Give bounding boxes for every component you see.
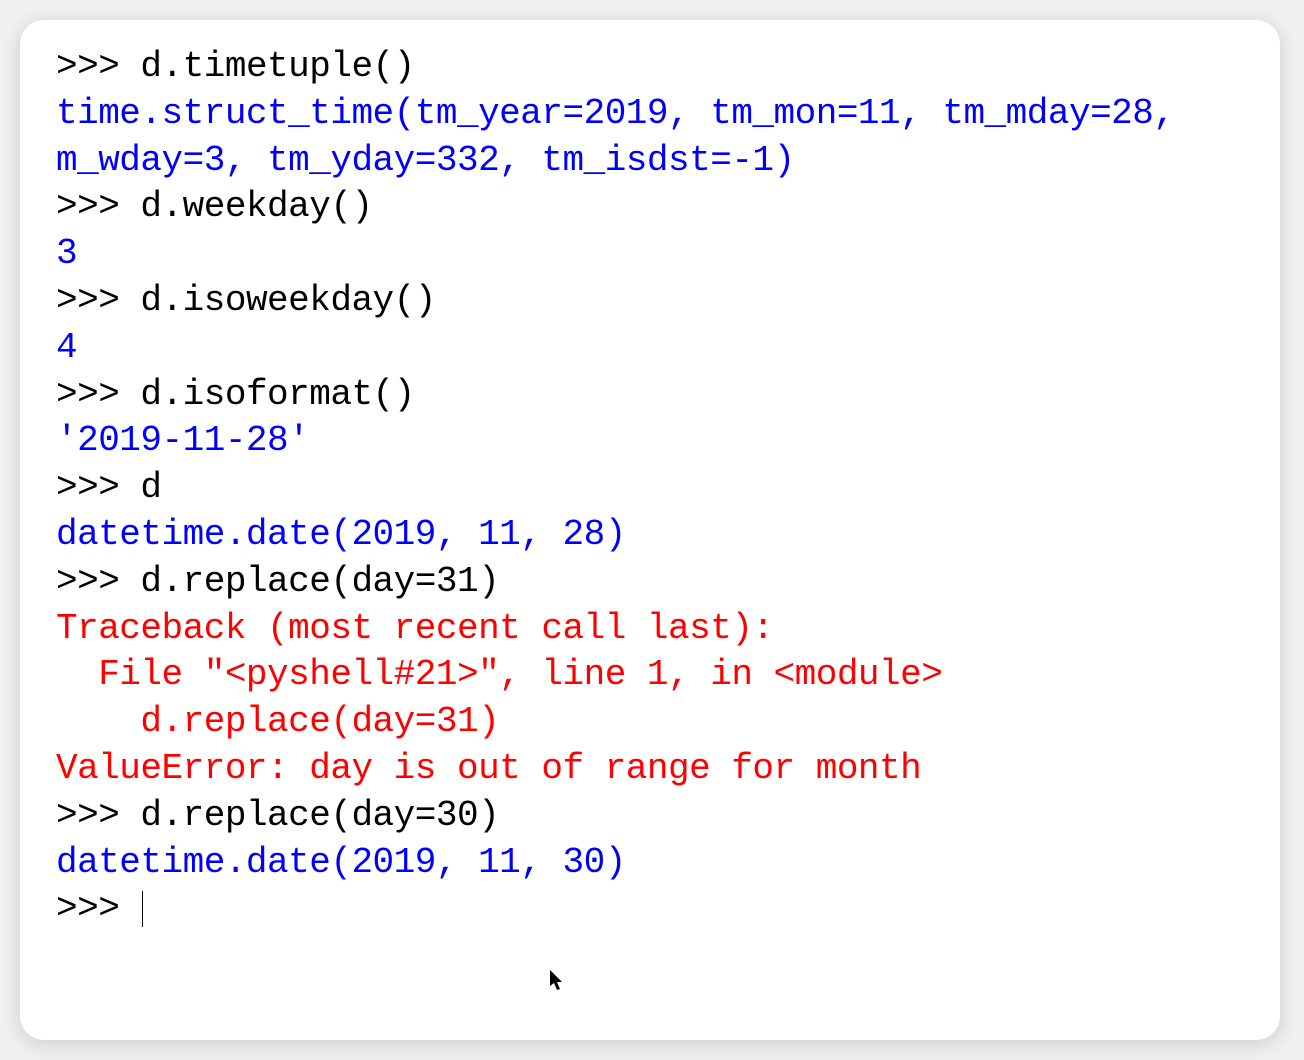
shell-line-input: >>> d.isoweekday()	[56, 278, 1244, 325]
shell-line-input: >>> d.isoformat()	[56, 372, 1244, 419]
input-command: d.replace(day=31)	[140, 561, 499, 602]
shell-line-input: >>> d.weekday()	[56, 184, 1244, 231]
shell-line-input: >>> d.replace(day=31)	[56, 559, 1244, 606]
prompt: >>>	[56, 46, 140, 87]
input-command: d.weekday()	[140, 186, 372, 227]
shell-line-output: '2019-11-28'	[56, 418, 1244, 465]
input-command: d.timetuple()	[140, 46, 414, 87]
prompt: >>>	[56, 374, 140, 415]
text-cursor-icon	[142, 891, 143, 927]
prompt: >>>	[56, 795, 140, 836]
prompt: >>>	[56, 467, 140, 508]
shell-line-output: m_wday=3, tm_yday=332, tm_isdst=-1)	[56, 138, 1244, 185]
prompt: >>>	[56, 561, 140, 602]
shell-line-input: >>> d	[56, 465, 1244, 512]
shell-line-output: datetime.date(2019, 11, 30)	[56, 840, 1244, 887]
shell-line-error: d.replace(day=31)	[56, 699, 1244, 746]
python-shell-window[interactable]: >>> d.timetuple() time.struct_time(tm_ye…	[20, 20, 1280, 1040]
prompt: >>>	[56, 888, 140, 929]
shell-line-error: ValueError: day is out of range for mont…	[56, 746, 1244, 793]
prompt: >>>	[56, 280, 140, 321]
shell-line-input: >>> d.timetuple()	[56, 44, 1244, 91]
shell-line-output: 3	[56, 231, 1244, 278]
input-command: d	[140, 467, 161, 508]
input-command: d.replace(day=30)	[140, 795, 499, 836]
shell-line-active-prompt[interactable]: >>>	[56, 886, 1244, 933]
input-command: d.isoweekday()	[140, 280, 435, 321]
mouse-cursor-icon	[550, 970, 566, 1000]
shell-line-input: >>> d.replace(day=30)	[56, 793, 1244, 840]
shell-line-output: datetime.date(2019, 11, 28)	[56, 512, 1244, 559]
shell-line-output: 4	[56, 325, 1244, 372]
shell-line-output: time.struct_time(tm_year=2019, tm_mon=11…	[56, 91, 1244, 138]
terminal-content[interactable]: >>> d.timetuple() time.struct_time(tm_ye…	[56, 44, 1244, 933]
input-command: d.isoformat()	[140, 374, 414, 415]
shell-line-error: File "<pyshell#21>", line 1, in <module>	[56, 652, 1244, 699]
prompt: >>>	[56, 186, 140, 227]
shell-line-error: Traceback (most recent call last):	[56, 606, 1244, 653]
